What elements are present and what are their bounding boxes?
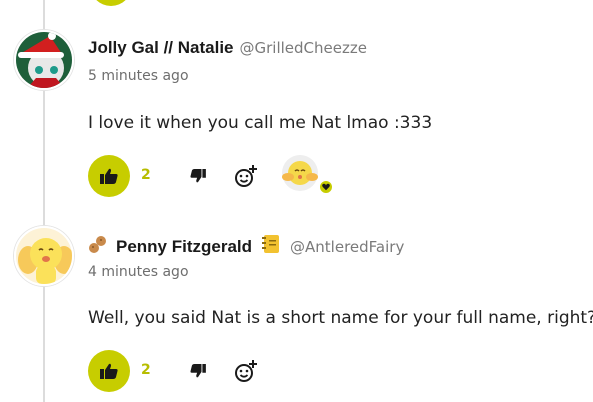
thumbs-down-icon	[190, 169, 206, 183]
comment-actions: 2	[88, 155, 348, 197]
comment-text: Well, you said Nat is a short name for y…	[88, 308, 593, 328]
christmas-panda-avatar-icon	[16, 32, 72, 88]
heart-reaction-badge	[318, 179, 334, 195]
add-reaction-button[interactable]	[233, 163, 259, 189]
comment-actions: 2	[88, 350, 288, 392]
comment-text: I love it when you call me Nat lmao :333	[88, 113, 433, 133]
peanut-icon	[88, 234, 108, 259]
add-reaction-icon	[235, 165, 257, 187]
add-reaction-button[interactable]	[233, 358, 259, 384]
display-name[interactable]: Jolly Gal // Natalie	[88, 38, 234, 58]
avatar[interactable]	[14, 30, 74, 90]
dislike-button[interactable]	[188, 361, 208, 381]
yellow-cartoon-avatar-icon	[16, 228, 72, 284]
display-name[interactable]: Penny Fitzgerald	[116, 237, 252, 257]
notebook-icon	[262, 234, 280, 259]
previous-comment-like-button[interactable]	[90, 0, 132, 6]
thumbs-up-icon	[100, 168, 118, 184]
add-reaction-icon	[235, 360, 257, 382]
thumbs-down-icon	[190, 364, 206, 378]
timestamp: 5 minutes ago	[88, 68, 189, 84]
timestamp: 4 minutes ago	[88, 264, 189, 280]
like-button[interactable]	[88, 155, 130, 197]
user-handle[interactable]: @GrilledCheezze	[240, 39, 367, 57]
avatar[interactable]	[14, 226, 74, 286]
like-button[interactable]	[88, 350, 130, 392]
heart-icon	[322, 183, 330, 191]
dislike-button[interactable]	[188, 166, 208, 186]
like-count: 2	[141, 167, 151, 183]
like-count: 2	[141, 362, 151, 378]
user-handle[interactable]: @AntleredFairy	[290, 238, 404, 256]
thumbs-up-icon	[100, 363, 118, 379]
